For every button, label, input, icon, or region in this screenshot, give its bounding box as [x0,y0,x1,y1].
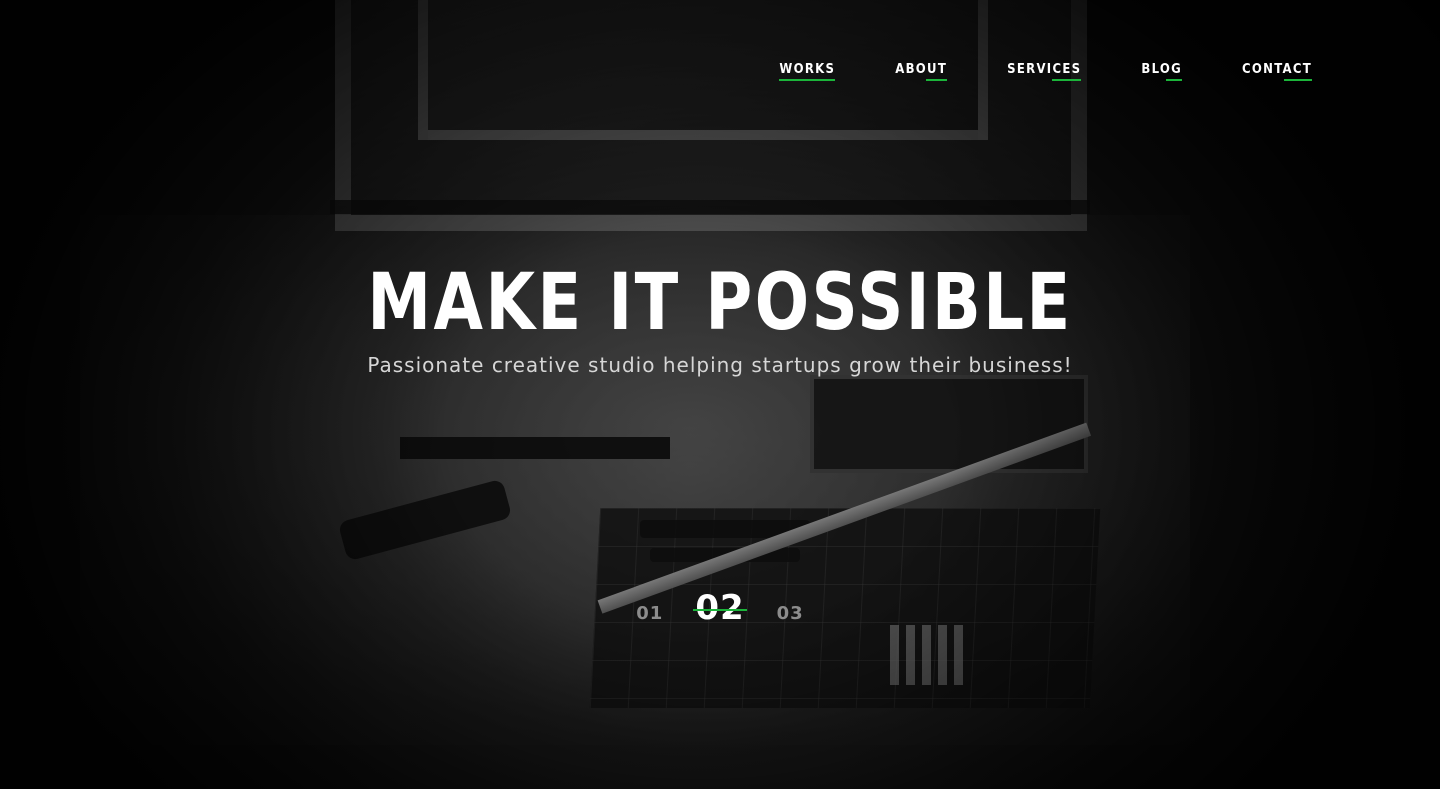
slide-number-03[interactable]: 03 [777,603,804,624]
nav-item-label: WORKS [779,62,836,77]
slide-number-01[interactable]: 01 [636,603,663,624]
nav-item-services[interactable]: SERVICES [1007,62,1082,81]
nav-item-label: CONTACT [1242,62,1312,77]
nav-underline [926,79,948,81]
slider-pagination: 01 02 03 [0,588,1440,628]
nav-item-works[interactable]: WORKS [779,62,836,81]
nav-item-label: ABOUT [895,62,948,77]
nav-underline [1165,79,1182,81]
nav-underline [1051,79,1082,81]
nav-item-label: SERVICES [1007,62,1082,77]
slide-number-label: 03 [776,603,804,624]
hero-section: WORKS ABOUT SERVICES BLOG CONTACT MAKE I… [0,0,1440,789]
nav-item-contact[interactable]: CONTACT [1242,62,1312,81]
main-nav: WORKS ABOUT SERVICES BLOG CONTACT [779,62,1312,81]
nav-item-label: BLOG [1141,62,1182,77]
nav-item-about[interactable]: ABOUT [895,62,948,81]
nav-item-blog[interactable]: BLOG [1141,62,1182,81]
nav-underline [779,79,836,81]
nav-underline [1284,79,1312,81]
slide-number-label: 01 [636,603,664,624]
hero-subtitle: Passionate creative studio helping start… [367,353,1073,377]
active-slide-strike [693,608,747,611]
hero-title: MAKE IT POSSIBLE [367,258,1073,348]
slide-number-02[interactable]: 02 [693,588,747,628]
dark-overlay [0,0,1440,789]
